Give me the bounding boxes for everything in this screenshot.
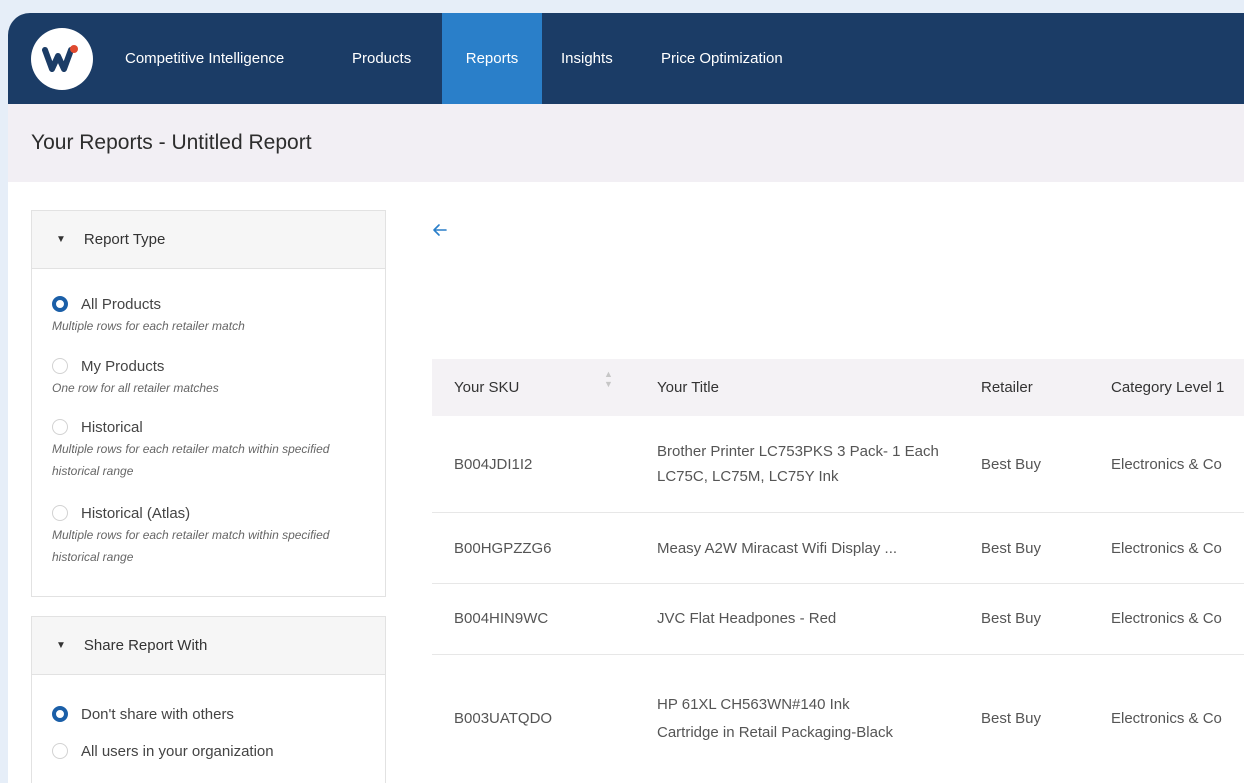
nav-products[interactable]: Products — [352, 13, 411, 104]
option-label: Don't share with others — [81, 705, 234, 723]
cell-sku: B003UATQDO — [454, 710, 553, 727]
cell-category: Electronics & Co — [1111, 609, 1222, 627]
back-button[interactable] — [430, 220, 452, 242]
cell-title: Measy A2W Miracast Wifi Display ... — [657, 539, 898, 557]
row-divider — [432, 583, 1244, 584]
radio-my-products[interactable] — [52, 358, 68, 374]
cell-category: Electronics & Co — [1111, 710, 1222, 727]
column-header-category[interactable]: Category Level 1 — [1111, 359, 1224, 416]
share-title: Share Report With — [83, 637, 208, 654]
radio-dont-share[interactable] — [52, 706, 68, 722]
radio-all-products[interactable] — [52, 296, 68, 312]
radio-historical-atlas[interactable] — [52, 505, 68, 521]
cell-sku: B00HGPZZG6 — [454, 539, 552, 557]
radio-historical[interactable] — [52, 419, 68, 435]
column-header-sku[interactable]: Your SKU — [454, 359, 519, 416]
cell-category: Electronics & Co — [1111, 455, 1222, 473]
cell-sku: B004JDI1I2 — [454, 455, 533, 473]
option-label: All Products — [81, 295, 162, 313]
nav-price-optimization[interactable]: Price Optimization — [661, 13, 783, 104]
report-type-header[interactable]: ▼ Report Type — [32, 211, 385, 269]
option-label: My Products — [81, 357, 165, 375]
cell-title: JVC Flat Headpones - Red — [657, 609, 837, 627]
option-description: Multiple rows for each retailer match wi… — [52, 528, 330, 564]
option-label: Historical (Atlas) — [81, 504, 191, 522]
nav-competitive-intelligence[interactable]: Competitive Intelligence — [125, 13, 284, 104]
app-logo[interactable] — [31, 28, 93, 90]
share-header[interactable]: ▼ Share Report With — [32, 617, 385, 675]
nav-reports[interactable]: Reports — [442, 13, 542, 104]
report-type-title: Report Type — [83, 231, 166, 248]
option-label: Historical — [81, 418, 143, 436]
column-header-retailer[interactable]: Retailer — [981, 359, 1033, 416]
option-historical-atlas[interactable]: Historical (Atlas) Multiple rows for eac… — [52, 503, 362, 568]
cell-retailer: Best Buy — [981, 539, 1042, 557]
option-label: All users in your organization — [81, 742, 274, 760]
logo-w-icon — [42, 45, 78, 72]
radio-all-users[interactable] — [52, 743, 68, 759]
app-frame: Competitive Intelligence Products Report… — [8, 13, 1244, 783]
caret-down-icon: ▼ — [56, 234, 66, 245]
page-title: Your Reports - Untitled Report — [31, 131, 312, 154]
caret-down-icon: ▼ — [56, 640, 66, 651]
option-all-products[interactable]: All Products Multiple rows for each reta… — [52, 294, 245, 337]
arrow-left-icon — [433, 224, 447, 236]
sort-icon[interactable]: ▲ ▼ — [604, 369, 613, 389]
nav-insights[interactable]: Insights — [561, 13, 613, 104]
cell-category: Electronics & Co — [1111, 539, 1222, 557]
top-nav: Competitive Intelligence Products Report… — [8, 13, 1244, 104]
option-description: One row for all retailer matches — [52, 381, 219, 395]
option-my-products[interactable]: My Products One row for all retailer mat… — [52, 356, 219, 399]
cell-retailer: Best Buy — [981, 455, 1042, 473]
report-type-panel: ▼ Report Type All Products Multiple rows… — [31, 210, 386, 597]
option-description: Multiple rows for each retailer match wi… — [52, 442, 330, 478]
column-header-title[interactable]: Your Title — [657, 359, 719, 416]
cell-sku: B004HIN9WC — [454, 609, 549, 627]
option-historical[interactable]: Historical Multiple rows for each retail… — [52, 417, 362, 482]
cell-retailer: Best Buy — [981, 609, 1042, 627]
cell-retailer: Best Buy — [981, 710, 1042, 727]
option-dont-share[interactable]: Don't share with others — [52, 704, 234, 724]
share-panel: ▼ Share Report With Don't share with oth… — [31, 616, 386, 783]
cell-title: Brother Printer LC753PKS 3 Pack- 1 Each … — [657, 443, 939, 485]
option-all-users[interactable]: All users in your organization — [52, 741, 274, 761]
option-description: Multiple rows for each retailer match — [52, 319, 245, 333]
cell-title: HP 61XL CH563WN#140 Ink Cartridge in Ret… — [657, 695, 893, 741]
